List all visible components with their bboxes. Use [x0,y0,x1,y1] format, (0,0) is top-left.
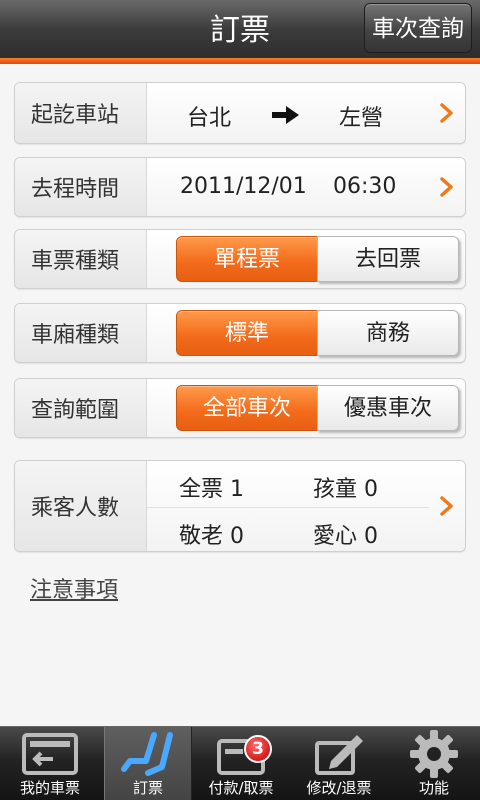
car-type-row: 車廂種類 標準 商務 [14,303,466,363]
query-range-row: 查詢範圍 全部車次 優惠車次 [14,378,466,438]
notice-link[interactable]: 注意事項 [30,572,118,604]
train-query-button[interactable]: 車次查詢 [364,3,472,53]
chevron-right-icon[interactable] [429,158,465,216]
adult-count: 全票 1 [179,477,244,502]
tab-my-tickets[interactable]: 我的車票 [2,727,98,800]
departure-time: 06:30 [333,174,397,199]
passenger-divider [147,507,429,508]
departure-date: 2011/12/01 [180,174,307,199]
ticket-type-label: 車票種類 [15,230,147,288]
departure-row[interactable]: 去程時間 2011/12/01 06:30 [14,157,466,217]
query-range-label: 查詢範圍 [15,379,147,437]
tab-label: 付款/取票 [208,779,274,797]
gear-icon [388,730,480,778]
discount-trains-option[interactable]: 優惠車次 [317,385,459,431]
edit-icon [290,731,388,777]
from-station: 台北 [187,106,232,131]
seat-icon [105,731,191,777]
station-label: 起訖車站 [15,83,147,143]
all-trains-option[interactable]: 全部車次 [176,385,318,431]
header-bar: 訂票 車次查詢 [0,0,480,58]
tab-label: 功能 [418,779,449,797]
bottom-tab-bar: 我的車票 訂票 3 付款/取票 修改/退票 功能 [0,726,480,800]
tab-label: 我的車票 [19,779,80,797]
to-station: 左營 [339,106,384,131]
round-trip-option[interactable]: 去回票 [317,236,459,282]
chevron-right-icon[interactable] [429,83,465,143]
tab-functions[interactable]: 功能 [388,727,480,800]
disabled-count: 愛心 0 [313,524,378,549]
passenger-row[interactable]: 乘客人數 全票 1 孩童 0 敬老 0 愛心 0 [14,460,466,552]
tab-modify[interactable]: 修改/退票 [290,727,388,800]
ticket-icon [2,731,98,777]
tab-payment[interactable]: 3 付款/取票 [194,727,288,800]
tab-label: 訂票 [132,779,163,797]
notification-badge: 3 [244,735,272,763]
departure-label: 去程時間 [15,158,147,216]
car-type-label: 車廂種類 [15,304,147,362]
payment-icon [194,731,288,777]
ticket-type-row: 車票種類 單程票 去回票 [14,229,466,289]
standard-class-option[interactable]: 標準 [176,310,318,356]
single-trip-option[interactable]: 單程票 [176,236,318,282]
child-count: 孩童 0 [313,477,378,502]
business-class-option[interactable]: 商務 [317,310,459,356]
chevron-right-icon[interactable] [429,461,465,551]
station-row[interactable]: 起訖車站 台北 左營 [14,82,466,144]
arrow-right-icon [272,105,300,129]
tab-booking[interactable]: 訂票 [104,727,192,800]
senior-count: 敬老 0 [179,524,244,549]
passenger-label: 乘客人數 [15,461,147,551]
tab-label: 修改/退票 [306,779,372,797]
